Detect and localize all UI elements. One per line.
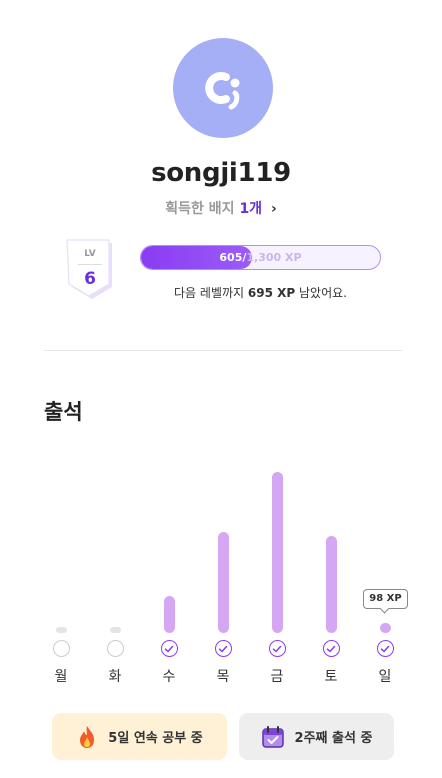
- streak-days-label: 5일 연속 공부 중: [108, 731, 203, 746]
- xp-current: 605: [219, 251, 243, 264]
- section-divider: [44, 350, 402, 351]
- username: songji119: [151, 158, 291, 188]
- attendance-day-label: 월: [54, 669, 68, 685]
- fire-icon: [76, 725, 98, 749]
- badge-link[interactable]: 획득한 배지 1개 ›: [0, 198, 442, 218]
- attendance-day-label: 화: [108, 669, 122, 685]
- attendance-bar-3: [163, 596, 175, 633]
- attendance-check-icon: [376, 640, 394, 657]
- attendance-check-icon: [160, 640, 178, 657]
- xp-progress-bar: 605/1,300 XP: [140, 245, 381, 270]
- chevron-right-icon: ›: [270, 201, 277, 217]
- level-label: LV: [84, 249, 96, 259]
- xp-progress-text: 605/1,300 XP: [141, 251, 380, 264]
- xp-remaining-prefix: 다음 레벨까지: [174, 286, 248, 300]
- attendance-day-label: 목: [216, 669, 230, 685]
- level-value: 6: [84, 269, 96, 289]
- attendance-bar-4: [217, 532, 229, 633]
- attendance-bar-2: [109, 627, 121, 633]
- attendance-day-label: 토: [324, 669, 338, 685]
- profile-avatar[interactable]: [173, 38, 273, 138]
- streak-days-badge[interactable]: 5일 연속 공부 중: [52, 713, 227, 760]
- streak-weeks-badge[interactable]: 2주째 출석 중: [239, 713, 394, 760]
- xp-remaining-suffix: 남았어요.: [295, 286, 347, 300]
- xp-total: 1,300 XP: [246, 251, 302, 264]
- attendance-title: 출석: [44, 400, 83, 424]
- attendance-empty-circle: [106, 640, 124, 657]
- attendance-day-label: 금: [270, 669, 284, 685]
- badge-count: 1개: [239, 201, 263, 217]
- level-divider: [78, 264, 102, 265]
- attendance-bar-7: [379, 623, 391, 633]
- attendance-bar-1: [55, 627, 67, 633]
- attendance-check-icon: [322, 640, 340, 657]
- calendar-check-icon: [261, 725, 285, 749]
- attendance-bar-6: [325, 536, 337, 633]
- logo-icon: [205, 72, 240, 110]
- streak-weeks-label: 2주째 출석 중: [294, 731, 373, 746]
- attendance-day-label: 수: [162, 669, 176, 685]
- attendance-check-icon: [214, 640, 232, 657]
- badge-label: 획득한 배지: [165, 201, 235, 217]
- attendance-day-label: 일: [378, 669, 392, 685]
- attendance-bar-5: [271, 472, 283, 633]
- xp-remaining-value: 695 XP: [247, 286, 296, 300]
- xp-remaining-text: 다음 레벨까지 695 XP 남았어요.: [140, 284, 381, 301]
- attendance-empty-circle: [52, 640, 70, 657]
- attendance-check-icon: [268, 640, 286, 657]
